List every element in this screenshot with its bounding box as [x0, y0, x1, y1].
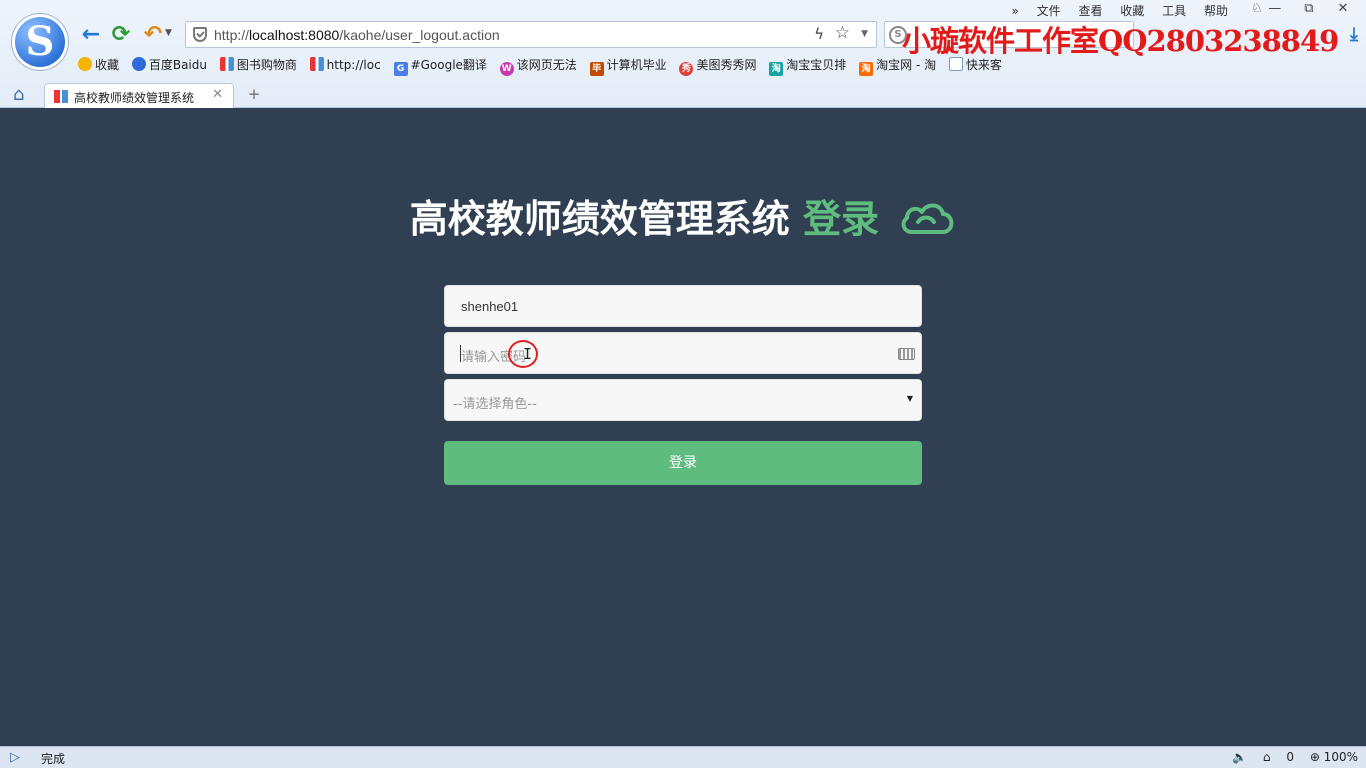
- bookmark-item[interactable]: 收藏: [78, 56, 119, 73]
- restore-button[interactable]: ⧉: [1294, 1, 1324, 16]
- favorite-star-icon[interactable]: ☆: [835, 23, 850, 43]
- shield-icon: [193, 27, 207, 42]
- password-field[interactable]: 请输入密码 I: [444, 332, 922, 374]
- watermark-text: 小璇软件工作室QQ2803238849: [902, 24, 1339, 58]
- menu-more[interactable]: »: [1011, 4, 1018, 18]
- taobao-icon: 淘: [769, 62, 784, 76]
- google-translate-icon: G: [393, 62, 408, 76]
- new-tab-button[interactable]: +: [244, 85, 264, 103]
- chevron-down-icon: ▼: [906, 394, 913, 403]
- sidebar-toggle-icon[interactable]: ▷: [10, 750, 20, 765]
- browser-chrome: S ← ⟳ ↶ ▼ http://localhost:8080/kaohe/us…: [0, 0, 1366, 108]
- close-window-button[interactable]: ✕: [1328, 1, 1358, 16]
- keyboard-icon[interactable]: [898, 348, 915, 360]
- menu-view[interactable]: 查看: [1078, 4, 1102, 18]
- meitu-icon: 秀: [679, 62, 694, 76]
- zoom-level[interactable]: ⊕ 100%: [1310, 750, 1358, 764]
- bookmark-item[interactable]: 快来客: [948, 56, 1002, 73]
- address-url[interactable]: http://localhost:8080/kaohe/user_logout.…: [214, 27, 500, 43]
- logo-letter: S: [25, 18, 55, 65]
- lightning-icon[interactable]: ϟ: [814, 25, 824, 43]
- bookmarks-bar: 收藏 百度Baidu 图书购物商 http://loc G #Google翻译 W…: [78, 56, 1011, 76]
- bookmark-item[interactable]: http://loc: [309, 57, 381, 72]
- document-icon: [948, 57, 963, 71]
- role-placeholder: --请选择角色--: [453, 397, 537, 412]
- favicon-icon: [54, 90, 68, 103]
- minimize-button[interactable]: —: [1260, 1, 1290, 16]
- login-page: 高校教师绩效管理系统 登录 shenhe01 请输入密码 I --请选择角色--…: [0, 108, 1366, 746]
- graduation-icon: 毕: [589, 62, 604, 76]
- tab-active[interactable]: 高校教师绩效管理系统 ✕: [44, 83, 234, 108]
- page-title-accent: 登录: [803, 197, 880, 241]
- tab-title: 高校教师绩效管理系统: [74, 91, 195, 105]
- reload-icon[interactable]: ⟳: [108, 22, 134, 48]
- login-button[interactable]: 登录: [444, 441, 922, 485]
- username-value: shenhe01: [461, 299, 519, 314]
- bars-icon: [219, 57, 234, 71]
- page-title-main: 高校教师绩效管理系统: [409, 197, 790, 241]
- bookmark-item[interactable]: 图书购物商: [219, 56, 297, 73]
- menu-bar: » 文件 查看 收藏 工具 帮助: [997, 2, 1228, 19]
- download-icon[interactable]: ⤓: [1350, 24, 1358, 45]
- bookmark-item[interactable]: W 该网页无法: [499, 56, 577, 76]
- star-icon: [78, 57, 92, 71]
- bookmark-item[interactable]: 毕计算机毕业: [589, 56, 667, 76]
- menu-tools[interactable]: 工具: [1162, 4, 1186, 18]
- error-page-icon: W: [499, 62, 514, 76]
- toolbox-icon[interactable]: ⌂: [1263, 750, 1271, 764]
- back-icon[interactable]: ←: [78, 22, 104, 48]
- tab-bar: ⌂ 高校教师绩效管理系统 ✕ +: [0, 82, 1366, 108]
- status-right: 🔈 ⌂ 0 ⊕ 100%: [1220, 750, 1358, 764]
- bookmark-item[interactable]: G #Google翻译: [393, 56, 487, 76]
- bookmark-item[interactable]: 秀美图秀秀网: [679, 56, 756, 76]
- menu-help[interactable]: 帮助: [1204, 4, 1228, 18]
- window-controls: — ⧉ ✕: [1260, 1, 1358, 16]
- status-text: 完成: [41, 752, 66, 766]
- cloud-icon: [901, 203, 954, 234]
- tab-close-icon[interactable]: ✕: [212, 87, 223, 102]
- role-select[interactable]: --请选择角色-- ▼: [444, 379, 922, 421]
- browser-logo[interactable]: S: [12, 14, 68, 70]
- baidu-paw-icon: [131, 57, 146, 71]
- undo-dropdown-icon[interactable]: ▼: [165, 28, 172, 38]
- bars-icon: [309, 57, 324, 71]
- home-icon[interactable]: ⌂: [13, 84, 24, 105]
- ibeam-cursor-icon: I: [523, 345, 533, 363]
- address-dropdown-icon[interactable]: ▼: [861, 29, 868, 39]
- bookmark-item[interactable]: 百度Baidu: [131, 56, 207, 73]
- address-bar[interactable]: http://localhost:8080/kaohe/user_logout.…: [185, 21, 877, 48]
- menu-file[interactable]: 文件: [1037, 4, 1061, 18]
- page-title: 高校教师绩效管理系统 登录: [0, 188, 1366, 243]
- menu-favorites[interactable]: 收藏: [1120, 4, 1144, 18]
- username-field[interactable]: shenhe01: [444, 285, 922, 327]
- adblock-count[interactable]: 0: [1286, 750, 1294, 764]
- volume-icon[interactable]: 🔈: [1232, 750, 1247, 764]
- undo-icon[interactable]: ↶: [140, 22, 166, 48]
- taobao-icon: 淘: [859, 62, 874, 76]
- bookmark-item[interactable]: 淘淘宝宝贝排: [769, 56, 846, 76]
- bookmark-item[interactable]: 淘淘宝网 - 淘: [859, 56, 936, 76]
- status-bar: ▷ 完成 🔈 ⌂ 0 ⊕ 100%: [0, 746, 1366, 768]
